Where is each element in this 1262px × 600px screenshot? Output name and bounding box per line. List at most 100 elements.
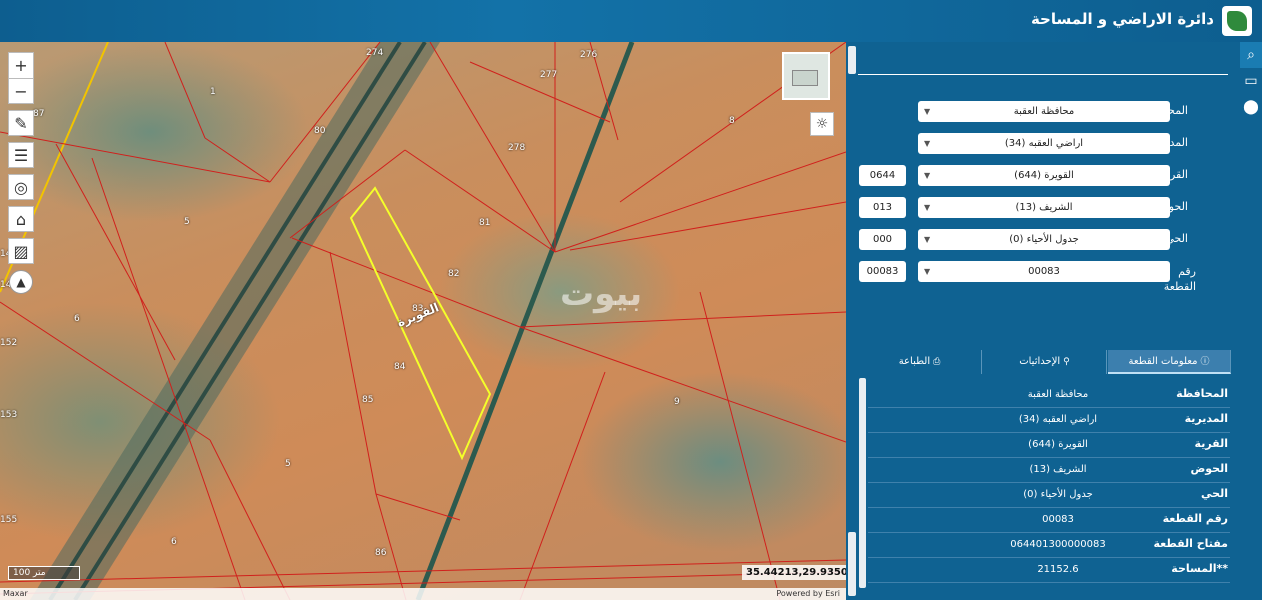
attribution-right[interactable]: Powered by Esri bbox=[776, 588, 840, 600]
directorate-label: المديرية bbox=[1151, 136, 1188, 149]
panel-tabs: ⓘمعلومات القطعة ⚲الإحداثيات ⎙الطباعة bbox=[858, 350, 1231, 374]
basin-label: الحوض bbox=[1155, 200, 1189, 213]
dropdown-caret-icon: ▼ bbox=[924, 203, 931, 212]
info-value: اراضي العقبه (34) bbox=[1018, 414, 1098, 425]
locate-icon[interactable]: ◎ bbox=[8, 174, 34, 200]
select-value: 00083 bbox=[1028, 266, 1060, 277]
parcel-number-select[interactable]: ▼ 00083 bbox=[918, 261, 1170, 282]
parcel-label: 81 bbox=[479, 218, 491, 228]
parcel-label: 87 bbox=[33, 109, 45, 119]
info-value: القويرة (644) bbox=[1028, 439, 1088, 450]
select-value: اراضي العقبه (34) bbox=[1004, 138, 1084, 149]
home-icon[interactable]: ⌂ bbox=[8, 206, 34, 232]
parcel-label: 6 bbox=[74, 314, 80, 324]
dropdown-caret-icon: ▼ bbox=[924, 107, 931, 116]
parcel-label: 1 bbox=[210, 87, 216, 97]
info-key: المحافظة bbox=[1176, 387, 1228, 400]
tab-label: الإحداثيات bbox=[1019, 356, 1061, 367]
map-lines bbox=[0, 42, 846, 600]
info-row: الحوض الشريف (13) bbox=[868, 458, 1230, 483]
compass-icon[interactable]: ▲ bbox=[9, 270, 33, 294]
parcel-label: 84 bbox=[394, 362, 406, 372]
dropdown-caret-icon: ▼ bbox=[924, 267, 931, 276]
parcel-label: 5 bbox=[285, 459, 291, 469]
info-key: الحي bbox=[1201, 487, 1228, 500]
info-row: **المساحة 21152.6 bbox=[868, 558, 1230, 583]
info-value: 00083 bbox=[1042, 514, 1074, 525]
info-row: مفتاح القطعة 064401300000083 bbox=[868, 533, 1230, 558]
chart-icon[interactable]: ▨ bbox=[8, 238, 34, 264]
panel-scrollbar[interactable] bbox=[848, 46, 856, 74]
info-scrollbar[interactable] bbox=[859, 378, 866, 588]
select-value: الشريف (13) bbox=[1015, 202, 1073, 213]
info-key: مفتاح القطعة bbox=[1153, 537, 1228, 550]
info-row: رقم القطعة 00083 bbox=[868, 508, 1230, 533]
parcel-label: 86 bbox=[375, 548, 387, 558]
overview-map[interactable] bbox=[782, 52, 830, 100]
panel-scrollbar-bottom[interactable] bbox=[848, 532, 856, 596]
tab-label: الطباعة bbox=[898, 356, 931, 367]
info-key: المديرية bbox=[1184, 412, 1228, 425]
parcel-number-label: رقم القطعة bbox=[1163, 265, 1196, 293]
basin-code-field[interactable]: 013 bbox=[859, 197, 906, 218]
parcel-label: 8 bbox=[729, 116, 735, 126]
info-key: القرية bbox=[1194, 437, 1228, 450]
info-row: القرية القويرة (644) bbox=[868, 433, 1230, 458]
scale-bar: 100 متر bbox=[8, 566, 80, 580]
info-icon: ⓘ bbox=[1200, 357, 1210, 367]
coordinates-readout: 35.44213,29.93504 bbox=[742, 565, 846, 580]
village-select[interactable]: ▼ القويرة (644) bbox=[918, 165, 1170, 186]
parcel-label: 276 bbox=[580, 50, 598, 60]
parcel-label: 155 bbox=[0, 515, 18, 525]
parcel-number-code-field[interactable]: 00083 bbox=[859, 261, 906, 282]
highway-band bbox=[30, 42, 440, 600]
dropdown-caret-icon: ▼ bbox=[924, 139, 931, 148]
district-code-field[interactable]: 000 bbox=[859, 229, 906, 250]
highway-lane bbox=[73, 42, 427, 600]
select-value: جدول الأحياء (0) bbox=[1009, 234, 1079, 245]
print-icon: ⎙ bbox=[933, 357, 941, 367]
app-header: دائرة الاراضي و المساحة bbox=[0, 0, 1262, 42]
parcel-info-table: المحافظة محافظة العقبة المديرية اراضي العق… bbox=[868, 383, 1230, 583]
governorate-select[interactable]: ▼ محافظة العقبة bbox=[918, 101, 1170, 122]
sun-icon[interactable]: ☼ bbox=[810, 112, 834, 136]
highway-lane bbox=[48, 42, 402, 600]
watermark: بيوت bbox=[560, 274, 643, 314]
parcel-label: 80 bbox=[314, 126, 326, 136]
measure-icon[interactable]: ☰ bbox=[8, 142, 34, 168]
tab-coordinates[interactable]: ⚲الإحداثيات bbox=[983, 350, 1107, 374]
tab-label: معلومات القطعة bbox=[1128, 356, 1198, 367]
basin-select[interactable]: ▼ الشريف (13) bbox=[918, 197, 1170, 218]
tab-parcel-info[interactable]: ⓘمعلومات القطعة bbox=[1108, 350, 1231, 374]
info-row: المحافظة محافظة العقبة bbox=[868, 383, 1230, 408]
folder-icon[interactable]: ▭ bbox=[1240, 68, 1262, 94]
dropdown-caret-icon: ▼ bbox=[924, 235, 931, 244]
attribution-bar: Maxar Powered by Esri bbox=[0, 588, 846, 600]
zoom-in-icon[interactable]: + bbox=[8, 52, 34, 78]
village-label: القرية bbox=[1160, 168, 1188, 181]
district-label: الحي bbox=[1165, 232, 1188, 245]
district-select[interactable]: ▼ جدول الأحياء (0) bbox=[918, 229, 1170, 250]
parcel-label: 9 bbox=[674, 397, 680, 407]
selected-parcel bbox=[349, 186, 492, 461]
info-row: المديرية اراضي العقبه (34) bbox=[868, 408, 1230, 433]
info-key: **المساحة bbox=[1171, 562, 1228, 575]
parcel-label: 278 bbox=[508, 143, 526, 153]
zoom-out-icon[interactable]: − bbox=[8, 78, 34, 104]
map-view[interactable]: 274 276 277 1 87 80 278 8 5 81 82 83 84 … bbox=[0, 42, 846, 600]
tab-print[interactable]: ⎙الطباعة bbox=[858, 350, 982, 374]
logo-icon bbox=[1222, 6, 1252, 36]
parcel-label: 152 bbox=[0, 338, 18, 348]
parcel-label: 153 bbox=[0, 410, 18, 420]
search-icon[interactable]: ⌕ bbox=[1240, 42, 1262, 68]
village-code-field[interactable]: 0644 bbox=[859, 165, 906, 186]
parcel-label: 82 bbox=[448, 269, 460, 279]
pencil-icon[interactable]: ✎ bbox=[8, 110, 34, 136]
parcel-label: 5 bbox=[184, 217, 190, 227]
info-value: الشريف (13) bbox=[1029, 464, 1087, 475]
parcel-label: 6 bbox=[171, 537, 177, 547]
location-pin-icon[interactable]: ⬤ bbox=[1240, 94, 1262, 120]
divider bbox=[858, 74, 1228, 75]
directorate-select[interactable]: ▼ اراضي العقبه (34) bbox=[918, 133, 1170, 154]
app-title: دائرة الاراضي و المساحة bbox=[1030, 10, 1214, 28]
